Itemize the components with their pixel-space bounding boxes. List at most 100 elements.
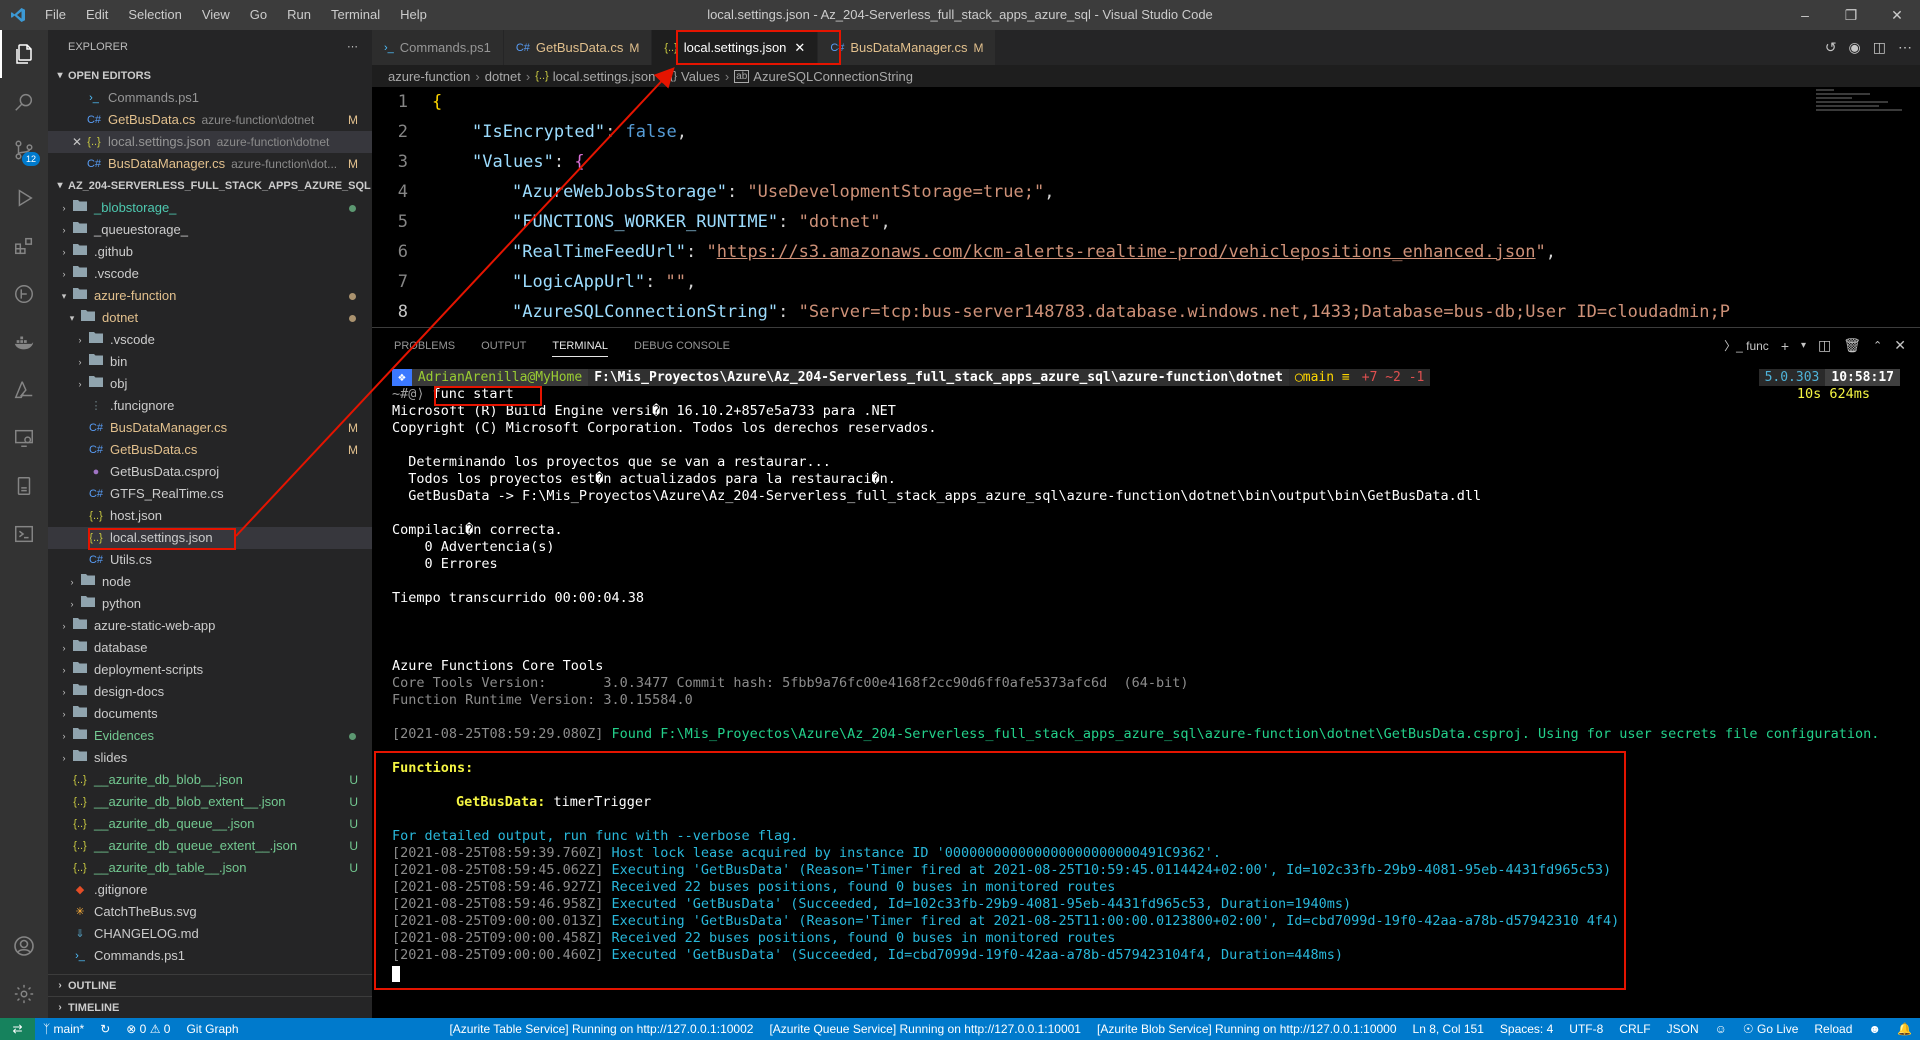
tree-folder[interactable]: › documents xyxy=(48,703,372,725)
menu-selection[interactable]: Selection xyxy=(118,0,191,30)
menu-help[interactable]: Help xyxy=(390,0,437,30)
tree-folder[interactable]: › .github xyxy=(48,241,372,263)
tree-file[interactable]: {..} __azurite_db_queue_extent__.json U xyxy=(48,835,372,857)
azure-icon[interactable] xyxy=(0,366,48,414)
tree-file[interactable]: ⋮ .funcignore xyxy=(48,395,372,417)
new-terminal-plus-icon[interactable]: + xyxy=(1781,338,1789,354)
menu-file[interactable]: File xyxy=(35,0,76,30)
tree-file[interactable]: C# GetBusData.cs M xyxy=(48,439,372,461)
open-editor-item[interactable]: C# GetBusData.cs azure-function\dotnet M xyxy=(48,109,372,131)
remote-explorer-icon[interactable] xyxy=(0,414,48,462)
indentation[interactable]: Spaces: 4 xyxy=(1492,1018,1561,1040)
tree-folder[interactable]: › design-docs xyxy=(48,681,372,703)
docker-icon[interactable] xyxy=(0,318,48,366)
tab-debug-console[interactable]: DEBUG CONSOLE xyxy=(634,340,730,352)
menu-edit[interactable]: Edit xyxy=(76,0,118,30)
menu-run[interactable]: Run xyxy=(277,0,321,30)
close-editor-icon[interactable]: ✕ xyxy=(72,131,86,153)
open-editors-header[interactable]: ▾ OPEN EDITORS xyxy=(48,65,372,87)
tree-file[interactable]: ›_ Commands.ps1 xyxy=(48,945,372,967)
azurite-blob-status[interactable]: [Azurite Blob Service] Running on http:/… xyxy=(1089,1018,1405,1040)
split-editor-icon[interactable]: ◫ xyxy=(1873,39,1886,56)
tree-file[interactable]: {..} __azurite_db_table__.json U xyxy=(48,857,372,879)
tree-file[interactable]: {..} __azurite_db_blob_extent__.json U xyxy=(48,791,372,813)
tree-file[interactable]: {..} local.settings.json xyxy=(48,527,372,549)
go-live-button[interactable]: ☉ Go Live xyxy=(1735,1018,1806,1040)
tree-folder[interactable]: › slides xyxy=(48,747,372,769)
timeline-history-icon[interactable]: ↺ xyxy=(1825,39,1837,56)
tree-folder[interactable]: › _blobstorage_ xyxy=(48,197,372,219)
tab-output[interactable]: OUTPUT xyxy=(481,340,526,352)
sync-icon[interactable]: ↻ xyxy=(92,1018,118,1040)
tab-terminal[interactable]: TERMINAL xyxy=(552,340,608,357)
tree-folder[interactable]: › _queuestorage_ xyxy=(48,219,372,241)
terminal-output[interactable]: ❖ AdrianArenilla@MyHome F:\Mis_Proyectos… xyxy=(392,369,1900,1018)
menu-go[interactable]: Go xyxy=(240,0,277,30)
json-url-value[interactable]: https://s3.amazonaws.com/kcm-alerts-real… xyxy=(717,242,1536,262)
terminal-view-icon[interactable] xyxy=(0,510,48,558)
tree-folder[interactable]: ▾ azure-function xyxy=(48,285,372,307)
more-actions-icon[interactable]: ⋯ xyxy=(1898,39,1912,56)
tree-folder[interactable]: › python xyxy=(48,593,372,615)
tree-file[interactable]: C# GTFS_RealTime.cs xyxy=(48,483,372,505)
split-terminal-icon[interactable]: ◫ xyxy=(1818,337,1831,354)
feedback-icon[interactable]: ☺ xyxy=(1707,1018,1735,1040)
settings-gear-icon[interactable] xyxy=(0,970,48,1018)
more-actions-icon[interactable]: ⋯ xyxy=(347,30,358,65)
end-of-line[interactable]: CRLF xyxy=(1611,1018,1658,1040)
close-tab-icon[interactable]: ✕ xyxy=(794,40,805,56)
menu-terminal[interactable]: Terminal xyxy=(321,0,390,30)
menu-view[interactable]: View xyxy=(192,0,240,30)
extensions-icon[interactable] xyxy=(0,222,48,270)
chevron-down-icon[interactable]: ▾ xyxy=(1801,340,1806,351)
tree-file[interactable]: ● GetBusData.csproj xyxy=(48,461,372,483)
open-editor-item[interactable]: ✕ {..} local.settings.json azure-functio… xyxy=(48,131,372,153)
terminal-selector[interactable]: 〉_ func xyxy=(1724,337,1769,354)
tree-folder[interactable]: ▾ dotnet xyxy=(48,307,372,329)
tree-folder[interactable]: › Evidences xyxy=(48,725,372,747)
tree-folder[interactable]: › bin xyxy=(48,351,372,373)
open-editor-item[interactable]: ›_ Commands.ps1 xyxy=(48,87,372,109)
breadcrumb-item[interactable]: Values xyxy=(681,69,720,84)
workspace-header[interactable]: ▾ AZ_204-SERVERLESS_FULL_STACK_APPS_AZUR… xyxy=(48,175,372,197)
tree-file[interactable]: C# Utils.cs xyxy=(48,549,372,571)
breadcrumb-item[interactable]: local.settings.json xyxy=(553,69,656,84)
tree-folder[interactable]: › azure-static-web-app xyxy=(48,615,372,637)
tab-busdatamanager-cs[interactable]: C# BusDataManager.cs M xyxy=(818,30,997,65)
encoding[interactable]: UTF-8 xyxy=(1561,1018,1611,1040)
tab-commands-ps1[interactable]: ›_ Commands.ps1 xyxy=(372,30,504,65)
git-graph-icon[interactable] xyxy=(0,270,48,318)
breadcrumb-item[interactable]: AzureSQLConnectionString xyxy=(753,69,913,84)
close-panel-icon[interactable]: ✕ xyxy=(1894,337,1906,354)
tree-folder[interactable]: › deployment-scripts xyxy=(48,659,372,681)
tree-file[interactable]: C# BusDataManager.cs M xyxy=(48,417,372,439)
remote-indicator-icon[interactable]: ⇄ xyxy=(0,1018,35,1040)
cursor-position[interactable]: Ln 8, Col 151 xyxy=(1405,1018,1492,1040)
tree-file[interactable]: ⇓ CHANGELOG.md xyxy=(48,923,372,945)
explorer-icon[interactable] xyxy=(0,30,48,78)
tree-folder[interactable]: › .vscode xyxy=(48,263,372,285)
minimize-icon[interactable]: – xyxy=(1782,0,1828,30)
breadcrumb-item[interactable]: dotnet xyxy=(485,69,521,84)
outline-header[interactable]: › OUTLINE xyxy=(48,974,372,996)
tree-folder[interactable]: › database xyxy=(48,637,372,659)
source-control-icon[interactable]: 12 xyxy=(0,126,48,174)
testing-icon[interactable] xyxy=(0,462,48,510)
language-mode[interactable]: JSON xyxy=(1659,1018,1707,1040)
tree-file[interactable]: {..} host.json xyxy=(48,505,372,527)
git-graph-button[interactable]: Git Graph xyxy=(178,1018,246,1040)
branch-indicator[interactable]: ᛉ main* xyxy=(35,1018,92,1040)
run-debug-icon[interactable] xyxy=(0,174,48,222)
trash-icon[interactable]: 🗑 xyxy=(1843,337,1861,354)
tree-file[interactable]: ✳ CatchTheBus.svg xyxy=(48,901,372,923)
tree-folder[interactable]: › node xyxy=(48,571,372,593)
azurite-queue-status[interactable]: [Azurite Queue Service] Running on http:… xyxy=(761,1018,1089,1040)
close-window-icon[interactable]: ✕ xyxy=(1874,0,1920,30)
azurite-table-status[interactable]: [Azurite Table Service] Running on http:… xyxy=(441,1018,761,1040)
tree-folder[interactable]: › obj xyxy=(48,373,372,395)
restore-icon[interactable]: ❐ xyxy=(1828,0,1874,30)
chevron-up-icon[interactable]: ⌃ xyxy=(1873,339,1882,352)
problems-indicator[interactable]: ⊗ 0 ⚠ 0 xyxy=(118,1018,178,1040)
notifications-bell-icon[interactable]: 🔔 xyxy=(1889,1018,1920,1040)
code-editor[interactable]: 1 { 2 "IsEncrypted": false, 3 "Values": … xyxy=(372,87,1920,327)
